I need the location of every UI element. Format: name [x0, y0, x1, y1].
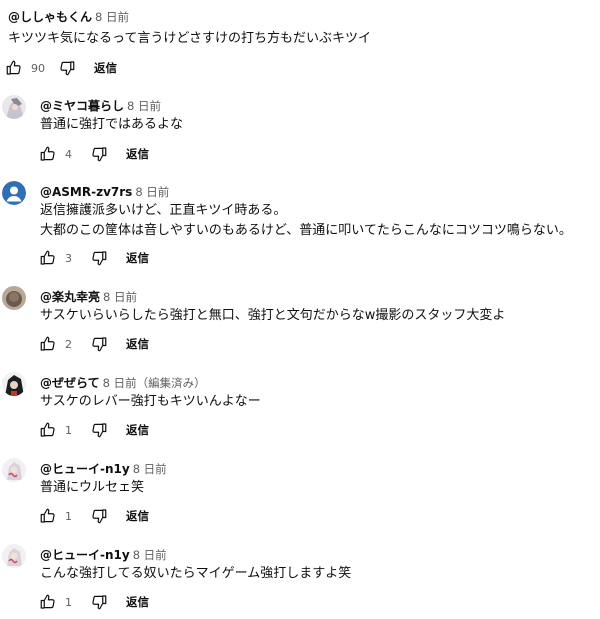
thumb-down-icon — [92, 251, 107, 266]
thumb-down-icon — [92, 147, 107, 162]
avatar[interactable] — [2, 181, 26, 205]
comment-header: @ししゃもくん 8 日前 — [8, 6, 129, 26]
comment-author[interactable]: @ししゃもくん — [8, 10, 92, 24]
comment-header: @ぜぜらて 8 日前（編集済み） — [40, 372, 206, 392]
like-button[interactable] — [36, 332, 60, 356]
comment-text: 普通にウルセェ笑 — [40, 478, 144, 498]
comment-author[interactable]: @ASMR-zv7rs — [40, 185, 132, 199]
avatar[interactable] — [2, 458, 26, 482]
comment-text-line: 普通にウルセェ笑 — [40, 480, 145, 495]
avatar[interactable] — [2, 372, 26, 396]
comment-actions: 90 返信 — [2, 56, 117, 80]
thumb-down-icon — [60, 61, 75, 76]
comment-text-line: 大都のこの筐体は音しやすいのもあるけど、普通に叩いてたらこんなにコツコツ鳴らない… — [40, 223, 572, 238]
like-count: 90 — [31, 61, 45, 75]
thumb-up-icon — [40, 422, 55, 437]
like-button[interactable] — [36, 246, 60, 270]
like-button[interactable] — [2, 56, 26, 80]
reply-button[interactable]: 返信 — [126, 336, 149, 352]
comment-text: キツツキ気になるって言うけどさすけの打ち方もだいぶキツイ — [8, 29, 371, 49]
comment-text-line: サスケいらいらしたら強打と無口、強打と文句だからなw撮影のスタッフ大変よ — [40, 308, 506, 323]
dislike-button[interactable] — [87, 246, 111, 270]
like-button[interactable] — [36, 418, 60, 442]
reply-button[interactable]: 返信 — [126, 250, 149, 266]
thumb-down-icon — [92, 423, 107, 438]
comment-time[interactable]: 8 日前 — [103, 376, 137, 390]
comment-text-line: 返信擁護派多いけど、正直キツイ時ある。 — [40, 203, 287, 218]
comment-author[interactable]: @ぜぜらて — [40, 376, 100, 390]
comment-actions: 1 返信 — [36, 418, 149, 442]
like-button[interactable] — [36, 504, 60, 528]
comment-actions: 1 返信 — [36, 590, 149, 614]
comment-text-line: 普通に強打ではあるよな — [40, 117, 184, 132]
comment-author[interactable]: @ヒューイ-n1y — [40, 548, 130, 562]
comment-author[interactable]: @楽丸幸亮 — [40, 290, 100, 304]
comment-time[interactable]: 8 日前 — [135, 185, 169, 199]
dislike-button[interactable] — [87, 504, 111, 528]
edited-label: （編集済み） — [136, 376, 206, 390]
comment-time[interactable]: 8 日前 — [133, 462, 167, 476]
thumb-down-icon — [92, 337, 107, 352]
thumb-up-icon — [40, 250, 55, 265]
comment-text: サスケのレバー強打もキツいんよなー — [40, 392, 261, 412]
like-count: 1 — [65, 423, 72, 437]
comment-author[interactable]: @ヒューイ-n1y — [40, 462, 130, 476]
comment-text: こんな強打してる奴いたらマイゲーム強打しますよ笑 — [40, 564, 351, 584]
dislike-button[interactable] — [55, 56, 79, 80]
thumb-down-icon — [92, 595, 107, 610]
comment-author[interactable]: @ミヤコ暮らし — [40, 99, 124, 113]
thumb-up-icon — [40, 508, 55, 523]
like-count: 3 — [65, 251, 72, 265]
reply-button[interactable]: 返信 — [126, 594, 149, 610]
comment-time[interactable]: 8 日前 — [103, 290, 137, 304]
comment-text: サスケいらいらしたら強打と無口、強打と文句だからなw撮影のスタッフ大変よ — [40, 306, 505, 326]
like-count: 2 — [65, 337, 72, 351]
comment-text: 返信擁護派多いけど、正直キツイ時ある。 大都のこの筐体は音しやすいのもあるけど、… — [40, 201, 572, 241]
comment-text-line: サスケのレバー強打もキツいんよなー — [40, 394, 261, 409]
dislike-button[interactable] — [87, 332, 111, 356]
comment-actions: 1 返信 — [36, 504, 149, 528]
like-count: 1 — [65, 595, 72, 609]
comment-header: @ミヤコ暮らし 8 日前 — [40, 95, 161, 115]
comment-text: 普通に強打ではあるよな — [40, 115, 183, 135]
comment-actions: 3 返信 — [36, 246, 149, 270]
thumb-down-icon — [92, 509, 107, 524]
comment-time[interactable]: 8 日前 — [127, 99, 161, 113]
like-button[interactable] — [36, 590, 60, 614]
thumb-up-icon — [40, 336, 55, 351]
comment-text-line: キツツキ気になるって言うけどさすけの打ち方もだいぶキツイ — [8, 31, 371, 46]
like-button[interactable] — [36, 142, 60, 166]
avatar[interactable] — [2, 95, 26, 119]
avatar[interactable] — [2, 544, 26, 568]
comment-actions: 4 返信 — [36, 142, 149, 166]
reply-button[interactable]: 返信 — [126, 508, 149, 524]
comment-header: @ASMR-zv7rs 8 日前 — [40, 181, 169, 201]
reply-button[interactable]: 返信 — [126, 422, 149, 438]
reply-button[interactable]: 返信 — [126, 146, 149, 162]
comment-time[interactable]: 8 日前 — [95, 10, 129, 24]
comment-header: @ヒューイ-n1y 8 日前 — [40, 544, 167, 564]
like-count: 1 — [65, 509, 72, 523]
dislike-button[interactable] — [87, 142, 111, 166]
like-count: 4 — [65, 147, 72, 161]
comment-header: @ヒューイ-n1y 8 日前 — [40, 458, 167, 478]
comment-header: @楽丸幸亮 8 日前 — [40, 286, 137, 306]
avatar[interactable] — [2, 286, 26, 310]
comment-text-line: こんな強打してる奴いたらマイゲーム強打しますよ笑 — [40, 566, 352, 581]
reply-button[interactable]: 返信 — [94, 60, 117, 76]
dislike-button[interactable] — [87, 590, 111, 614]
thumb-up-icon — [6, 60, 21, 75]
comment-time[interactable]: 8 日前 — [133, 548, 167, 562]
thumb-up-icon — [40, 594, 55, 609]
comment-actions: 2 返信 — [36, 332, 149, 356]
dislike-button[interactable] — [87, 418, 111, 442]
thumb-up-icon — [40, 146, 55, 161]
